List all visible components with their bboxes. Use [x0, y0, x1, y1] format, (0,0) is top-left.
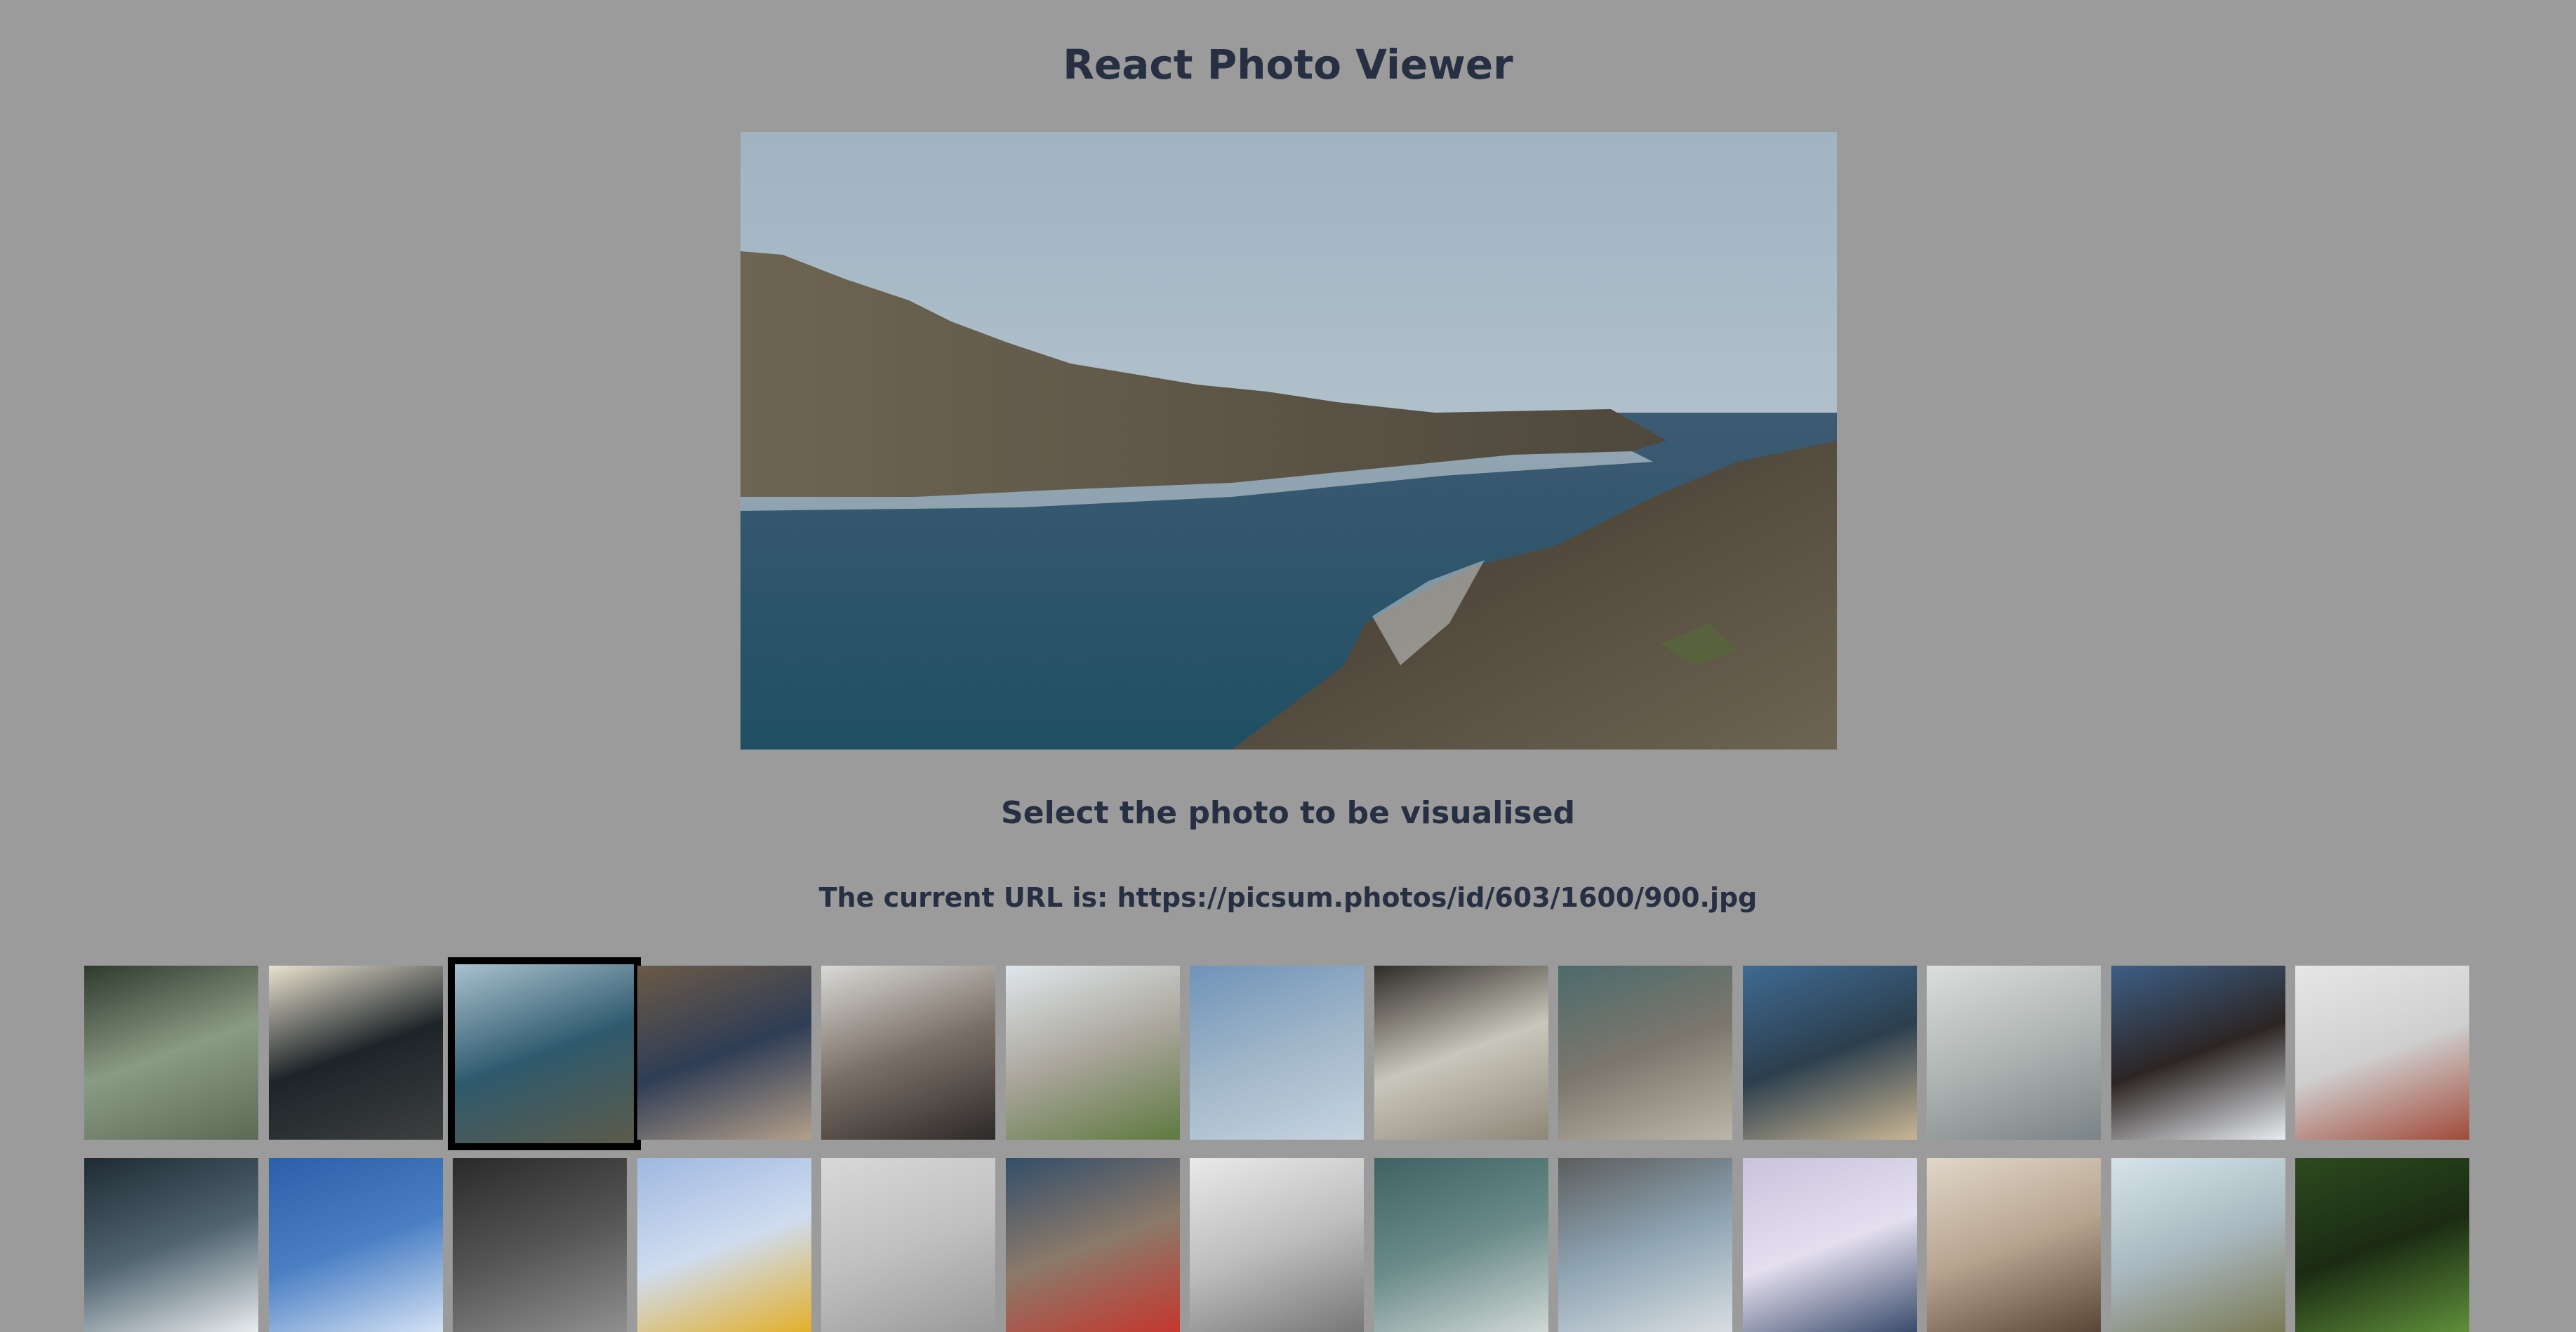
- thumb-glass-building[interactable]: [1374, 1158, 1548, 1332]
- thumbnail-image: [1927, 966, 2101, 1140]
- thumb-arch[interactable]: [1190, 1158, 1364, 1332]
- thumbnail-image: [1742, 966, 1917, 1140]
- thumbnail-image: [1558, 966, 1732, 1140]
- thumb-tunnel[interactable]: [453, 1158, 627, 1332]
- thumb-room-table[interactable]: [1927, 1158, 2101, 1332]
- thumb-forest[interactable]: [84, 966, 258, 1140]
- current-url-value: https://picsum.photos/id/603/1600/900.jp…: [1117, 882, 1758, 913]
- thumbnail-image: [2295, 966, 2469, 1140]
- select-photo-label: Select the photo to be visualised: [1001, 795, 1575, 831]
- thumbnail-image: [1005, 966, 1180, 1140]
- thumb-cliff-lighthouse[interactable]: [2111, 1158, 2285, 1332]
- thumbnail-image: [1190, 966, 1364, 1140]
- thumbnail-image: [2111, 966, 2285, 1140]
- thumbnail-image: [1374, 966, 1548, 1140]
- thumbnail-image: [637, 1158, 811, 1332]
- thumbnail-image: [1927, 1158, 2101, 1332]
- thumb-glass-roof[interactable]: [821, 1158, 995, 1332]
- thumb-wave-rock[interactable]: [2111, 966, 2285, 1140]
- thumbnail-image: [821, 1158, 995, 1332]
- thumb-towers[interactable]: [1558, 1158, 1732, 1332]
- current-url-prefix: The current URL is:: [818, 882, 1117, 913]
- thumb-crane[interactable]: [637, 1158, 811, 1332]
- thumbnail-image: [84, 1158, 258, 1332]
- page-title: React Photo Viewer: [1063, 41, 1513, 88]
- thumb-bridge-lavender[interactable]: [1742, 1158, 1917, 1332]
- thumb-legs-boat[interactable]: [637, 966, 811, 1140]
- thumb-blue-sky[interactable]: [268, 1158, 443, 1332]
- thumbnail-image: [1190, 1158, 1364, 1332]
- thumb-pier-under[interactable]: [1374, 966, 1548, 1140]
- thumb-green-beans[interactable]: [2295, 1158, 2469, 1332]
- current-url-line: The current URL is: https://picsum.photo…: [0, 882, 2576, 913]
- thumbnail-image: [1558, 1158, 1732, 1332]
- thumbnail-image: [84, 966, 258, 1140]
- thumb-coast[interactable]: [448, 957, 641, 1150]
- thumb-bridge[interactable]: [2295, 966, 2469, 1140]
- thumb-sky-clouds[interactable]: [1190, 966, 1364, 1140]
- thumb-boardwalk-beach[interactable]: [1005, 966, 1180, 1140]
- thumbnail-image: [1374, 1158, 1548, 1332]
- thumb-beach-grass[interactable]: [1742, 966, 1917, 1140]
- thumbnail-image: [637, 966, 811, 1140]
- main-photo: [741, 132, 1837, 750]
- thumb-car-interior[interactable]: [821, 966, 995, 1140]
- thumb-waves-dark[interactable]: [84, 1158, 258, 1332]
- thumb-pebbles[interactable]: [1558, 966, 1732, 1140]
- main-photo-image: [741, 132, 1837, 750]
- thumbnail-image: [2111, 1158, 2285, 1332]
- thumbnail-image: [268, 1158, 443, 1332]
- thumbnail-image: [821, 966, 995, 1140]
- thumb-person-sunset[interactable]: [268, 966, 443, 1140]
- thumbnail-image: [268, 966, 443, 1140]
- thumbnail-image: [453, 1158, 627, 1332]
- thumbnail-image: [1005, 1158, 1180, 1332]
- thumbnail-image: [455, 964, 634, 1143]
- thumb-phone-booth[interactable]: [1005, 1158, 1180, 1332]
- thumbnail-image: [1742, 1158, 1917, 1332]
- thumbnail-image: [2295, 1158, 2469, 1332]
- thumb-seagulls[interactable]: [1927, 966, 2101, 1140]
